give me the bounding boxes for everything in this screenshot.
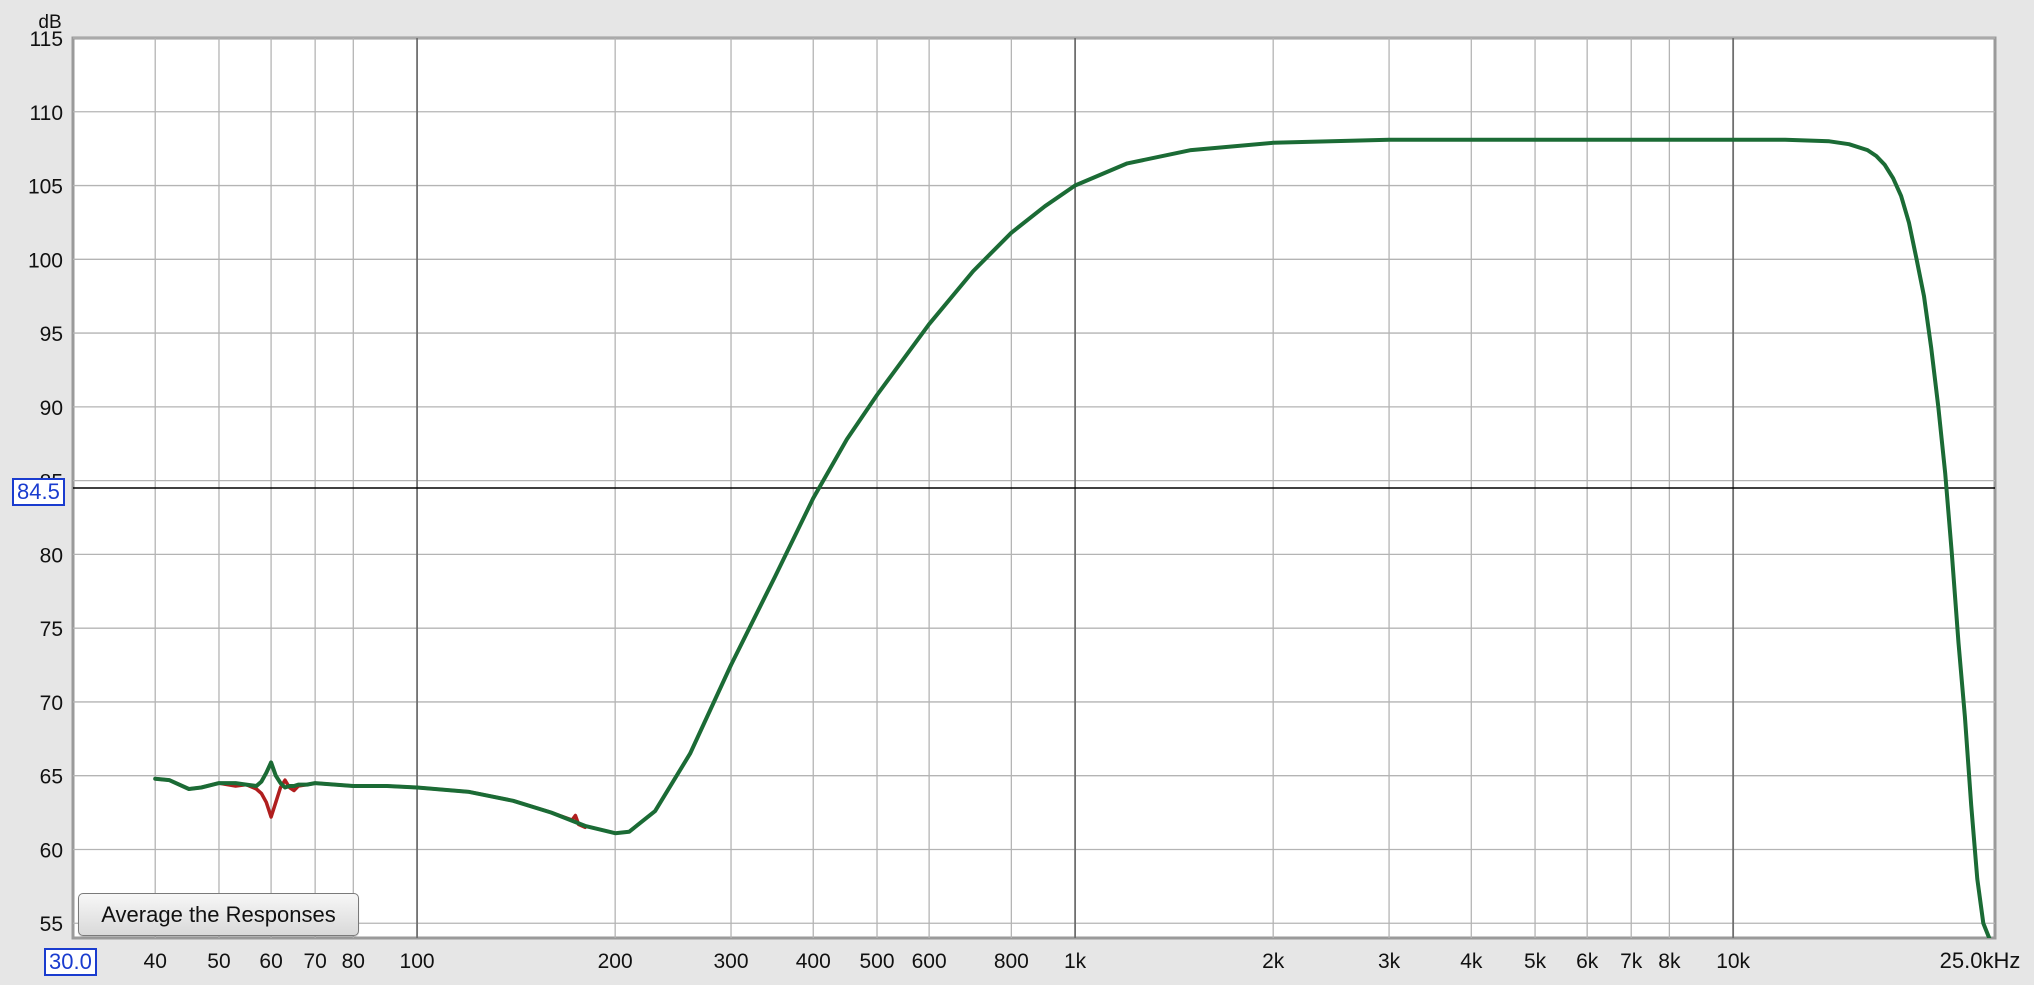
x-tick-label: 1k bbox=[1064, 950, 1087, 973]
x-tick-label: 6k bbox=[1576, 950, 1599, 973]
x-tick-label: 400 bbox=[796, 950, 831, 973]
y-axis-label: dB bbox=[38, 12, 61, 33]
y-tick-label: 55 bbox=[40, 913, 63, 936]
x-tick-label: 800 bbox=[994, 950, 1029, 973]
y-tick-label: 75 bbox=[40, 618, 63, 641]
chart-window: 556065707580859095100105110115 405060708… bbox=[0, 0, 2034, 980]
x-tick-label: 10k bbox=[1716, 950, 1750, 973]
x-axis-ticks: 40 50 60 70 80 100 200 300 400 500 600 800 1k 2k 3k 4k 5… bbox=[144, 950, 1751, 973]
x-tick-label: 200 bbox=[598, 950, 633, 973]
y-tick-label: 65 bbox=[40, 766, 63, 789]
y-tick-label: 80 bbox=[40, 544, 63, 567]
y-tick-label: 95 bbox=[40, 323, 63, 346]
x-tick-label: 80 bbox=[342, 950, 365, 973]
x-tick-label: 2k bbox=[1262, 950, 1285, 973]
x-tick-label: 7k bbox=[1620, 950, 1643, 973]
y-tick-label: 70 bbox=[40, 692, 63, 715]
x-tick-label: 50 bbox=[207, 950, 230, 973]
x-tick-label: 300 bbox=[714, 950, 749, 973]
x-tick-label: 40 bbox=[144, 950, 167, 973]
y-tick-label: 90 bbox=[40, 397, 63, 420]
x-axis-max-label: 25.0kHz bbox=[1940, 948, 2021, 973]
y-tick-label: 60 bbox=[40, 839, 63, 862]
x-tick-label: 8k bbox=[1658, 950, 1681, 973]
x-tick-label: 100 bbox=[400, 950, 435, 973]
x-tick-label: 3k bbox=[1378, 950, 1401, 973]
cursor-y-readout[interactable]: 84.5 bbox=[12, 478, 65, 506]
x-min-readout[interactable]: 30.0 bbox=[44, 948, 97, 976]
x-tick-label: 70 bbox=[303, 950, 326, 973]
x-tick-label: 60 bbox=[259, 950, 282, 973]
x-tick-label: 4k bbox=[1460, 950, 1483, 973]
x-tick-label: 500 bbox=[859, 950, 894, 973]
average-responses-button[interactable]: Average the Responses bbox=[78, 893, 359, 936]
y-tick-label: 100 bbox=[28, 249, 63, 272]
y-tick-label: 110 bbox=[30, 102, 63, 125]
x-tick-label: 5k bbox=[1524, 950, 1547, 973]
frequency-response-chart: 556065707580859095100105110115 405060708… bbox=[28, 12, 2021, 973]
x-tick-label: 600 bbox=[912, 950, 947, 973]
y-tick-label: 105 bbox=[28, 176, 63, 199]
